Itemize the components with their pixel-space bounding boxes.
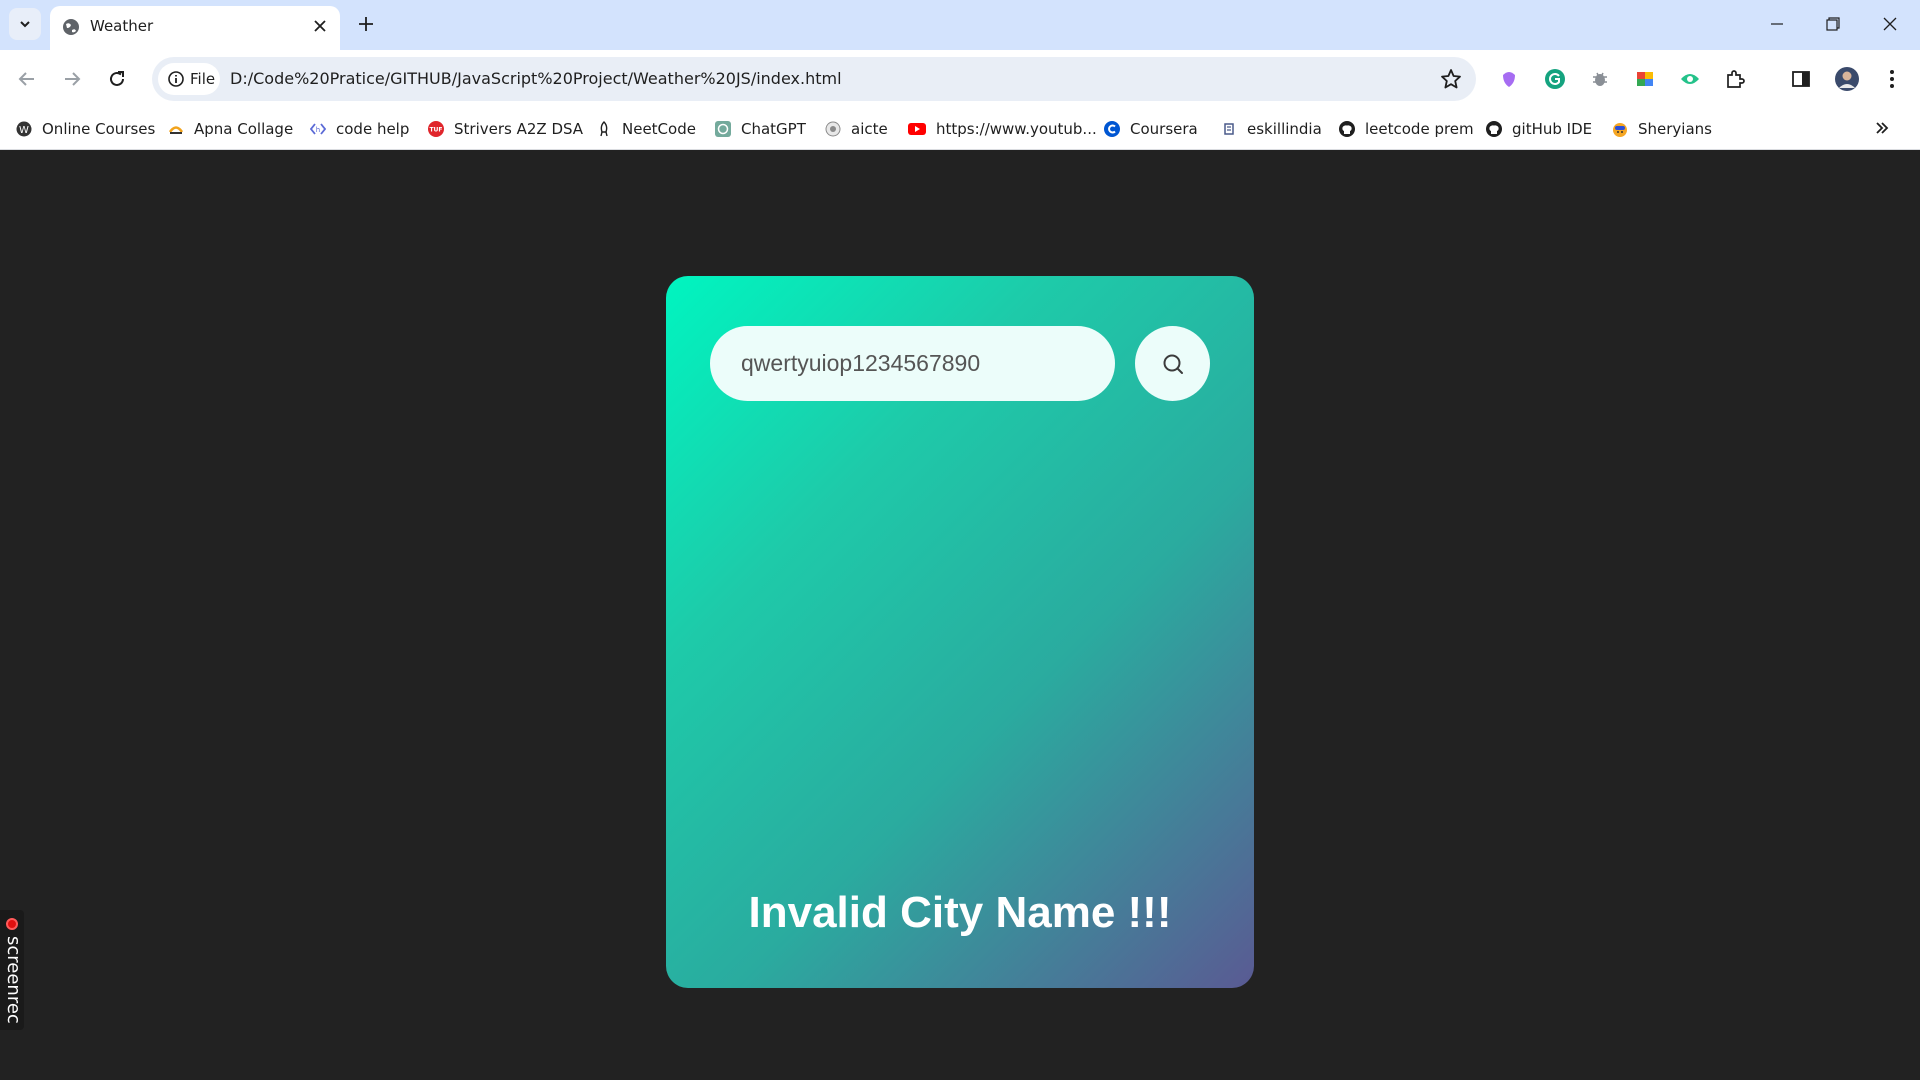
bookmark-coursera[interactable]: Coursera [1104, 118, 1198, 140]
bookmark-neetcode[interactable]: NeetCode [596, 118, 696, 140]
site-chip-label: File [190, 70, 216, 88]
github-icon [1339, 121, 1355, 137]
github-icon [1486, 121, 1502, 137]
codehelp-icon: h [310, 123, 326, 135]
avatar-icon [1835, 67, 1859, 91]
bookmark-leetcode-prem[interactable]: leetcode prem [1339, 118, 1474, 140]
svg-text:TUF: TUF [429, 127, 442, 134]
close-icon [1883, 17, 1897, 31]
search-button[interactable] [1135, 326, 1210, 401]
sheryians-icon [1613, 123, 1627, 137]
browser-toolbar: File D:/Code%20Pratice/GITHUB/JavaScript… [0, 50, 1920, 108]
reload-button[interactable] [102, 64, 132, 94]
green-extension-icon[interactable] [1678, 67, 1702, 91]
tab-title: Weather [90, 17, 154, 35]
city-search-input[interactable] [710, 326, 1115, 401]
grammarly-icon[interactable] [1543, 67, 1567, 91]
bookmark-code-help[interactable]: h code help [310, 118, 409, 140]
close-tab-button[interactable] [310, 16, 330, 36]
close-window-button[interactable] [1874, 10, 1906, 38]
bookmark-online-courses[interactable]: W Online Courses [16, 118, 155, 140]
info-icon [168, 71, 184, 87]
restore-icon [1826, 17, 1840, 31]
tab-strip: Weather [0, 0, 1920, 50]
screenrec-label: screenrec [3, 936, 24, 1024]
svg-text:h: h [316, 126, 320, 134]
record-dot-icon [6, 918, 18, 930]
aicte-icon [825, 121, 841, 137]
reload-icon [110, 71, 124, 86]
screenrec-widget[interactable]: screenrec [0, 910, 24, 1030]
url-text[interactable]: D:/Code%20Pratice/GITHUB/JavaScript%20Pr… [230, 69, 842, 88]
side-panel-icon [1792, 71, 1810, 87]
tuf-icon: TUF [428, 121, 444, 137]
bookmark-youtube[interactable]: https://www.youtub... [908, 118, 1097, 140]
bookmark-apna-collage[interactable]: Apna Collage [168, 118, 293, 140]
browser-menu-button[interactable] [1880, 67, 1904, 91]
extension-purple-icon[interactable] [1497, 67, 1521, 91]
bug-extension-icon[interactable] [1588, 67, 1612, 91]
tab-weather[interactable]: Weather [50, 6, 340, 50]
site-info-chip[interactable]: File [158, 63, 220, 95]
more-bookmarks-button[interactable] [1874, 120, 1890, 141]
forward-button[interactable] [57, 64, 87, 94]
minimize-button[interactable] [1761, 10, 1793, 38]
bookmarks-bar: W Online Courses Apna Collage h code hel… [0, 108, 1920, 150]
address-bar[interactable]: File D:/Code%20Pratice/GITHUB/JavaScript… [152, 57, 1476, 101]
bookmark-chatgpt[interactable]: ChatGPT [715, 118, 806, 140]
bookmark-aicte[interactable]: aicte [825, 118, 888, 140]
extension-purple-icon [1503, 72, 1515, 87]
arrow-right-icon [65, 72, 81, 86]
eye-leaf-icon [1681, 74, 1699, 84]
bookmark-github-ide[interactable]: gitHub IDE [1486, 118, 1592, 140]
globe-icon [63, 19, 79, 35]
double-chevron-right-icon [1876, 122, 1889, 134]
weather-card: Invalid City Name !!! [666, 276, 1254, 988]
coursera-icon [1104, 121, 1120, 137]
puzzle-icon [1727, 70, 1745, 88]
apna-icon [168, 126, 184, 134]
svg-text:W: W [19, 125, 29, 136]
grammarly-icon [1545, 69, 1565, 89]
page-viewport: Invalid City Name !!! [0, 150, 1920, 1080]
chevron-down-icon [20, 21, 30, 28]
profile-avatar[interactable] [1835, 67, 1859, 91]
new-tab-button[interactable] [354, 12, 378, 36]
extensions-menu-button[interactable] [1723, 67, 1747, 91]
error-message: Invalid City Name !!! [748, 888, 1172, 937]
back-button[interactable] [12, 64, 42, 94]
bookmark-eskillindia[interactable]: eskillindia [1221, 118, 1322, 140]
color-grid-icon [1637, 72, 1653, 86]
minimize-icon [1771, 23, 1783, 25]
chatgpt-icon [715, 121, 731, 137]
arrow-left-icon [18, 72, 34, 86]
kebab-menu-icon [1890, 70, 1894, 88]
eskill-icon [1224, 123, 1234, 135]
rocket-icon [600, 121, 608, 137]
side-panel-button[interactable] [1789, 67, 1813, 91]
wordpress-icon: W [16, 121, 32, 137]
close-icon [314, 20, 326, 32]
tab-search-button[interactable] [9, 8, 41, 40]
search-icon [1163, 354, 1183, 374]
colorful-extension-icon[interactable] [1633, 67, 1657, 91]
youtube-icon [908, 123, 926, 135]
plus-icon [359, 17, 373, 31]
restore-button[interactable] [1817, 10, 1849, 38]
bug-icon [1593, 72, 1607, 86]
bookmark-sheryians[interactable]: Sheryians [1612, 118, 1712, 140]
bookmark-strivers[interactable]: TUF Strivers A2Z DSA [428, 118, 583, 140]
bookmark-star-icon[interactable] [1440, 68, 1462, 90]
